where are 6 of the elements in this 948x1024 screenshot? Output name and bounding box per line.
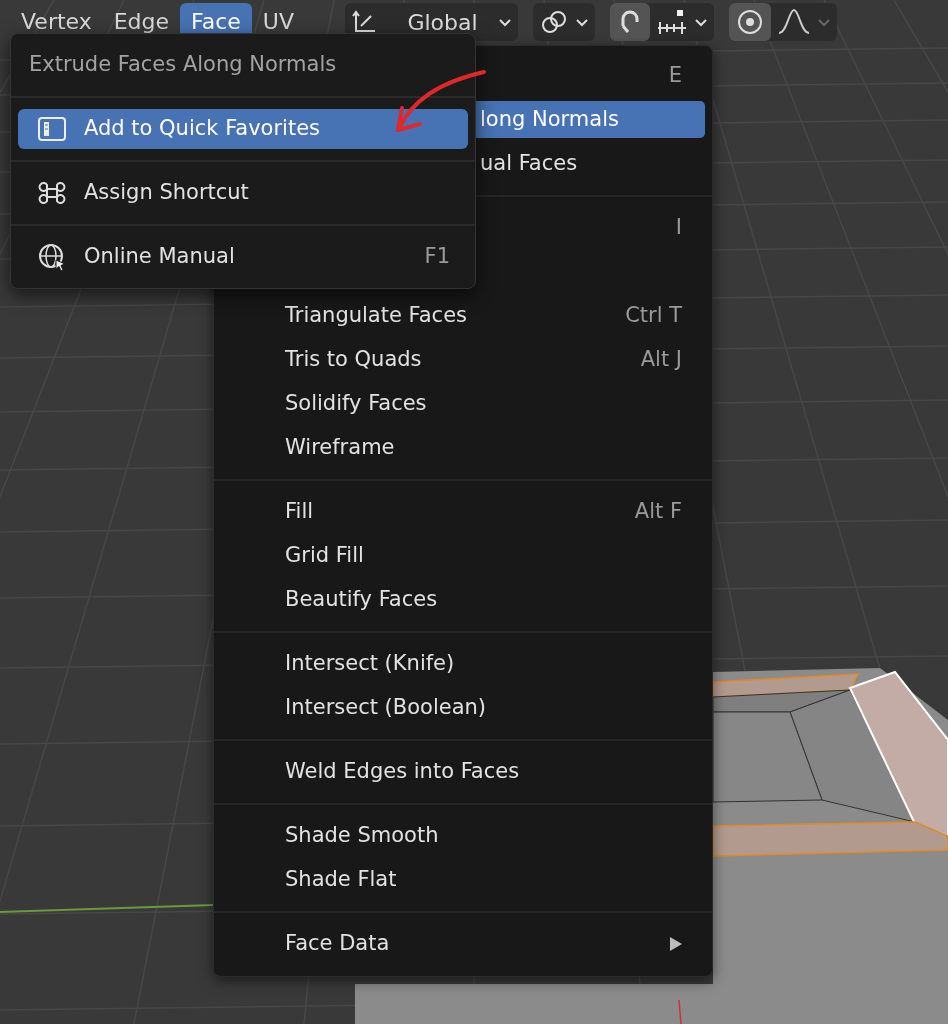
shortcut-label: F1 <box>424 243 450 271</box>
shortcut-label: I <box>675 214 682 242</box>
popup-title: Extrude Faces Along Normals <box>28 51 338 79</box>
shortcut-label: Alt J <box>640 346 682 374</box>
shortcut-label: Ctrl T <box>625 302 682 330</box>
shortcut-label: Alt F <box>634 498 682 526</box>
